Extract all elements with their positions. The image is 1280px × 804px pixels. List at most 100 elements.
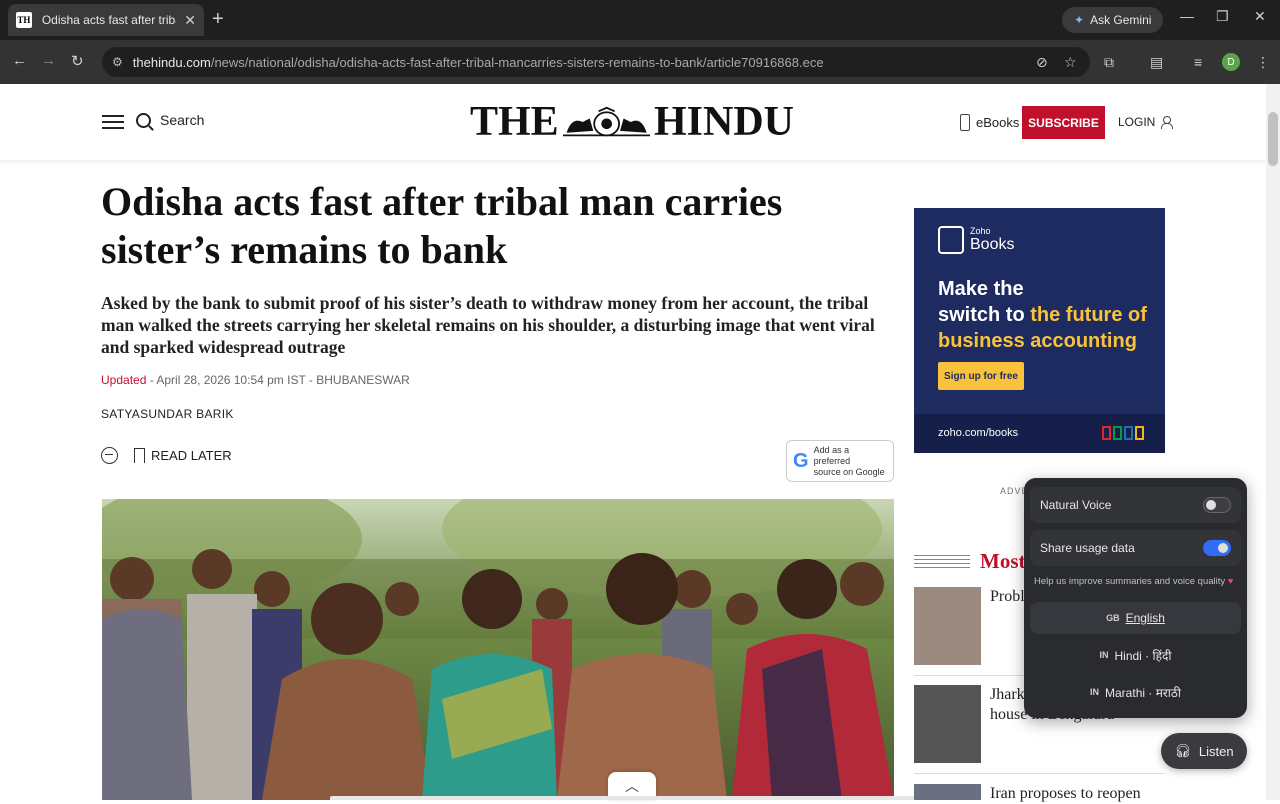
reload-icon[interactable]: ↻ (71, 52, 84, 70)
back-icon[interactable]: ← (12, 52, 27, 69)
ad-brand-big: Books (970, 236, 1015, 253)
url-text: thehindu.com/news/national/odisha/odisha… (133, 55, 824, 70)
most-popular-title: Most (980, 549, 1026, 573)
site-favicon-icon: TH (16, 12, 32, 28)
google-pref-line1: Add as a preferred (813, 444, 851, 466)
ad-msg-line3-hl: business accounting (938, 330, 1137, 352)
browser-menu-icon[interactable]: ⋮ (1256, 54, 1270, 71)
the-hindu-logo[interactable]: THE HINDU (470, 99, 794, 145)
minimize-icon[interactable]: — (1180, 8, 1194, 24)
site-info-icon[interactable]: ⚙ (112, 55, 123, 69)
profile-avatar[interactable]: D (1222, 53, 1240, 71)
language-option-marathi[interactable]: IN Marathi · मराठी (1030, 676, 1241, 708)
subscribe-button[interactable]: SUBSCRIBE (1022, 106, 1105, 139)
share-usage-row: Share usage data (1030, 530, 1241, 566)
ad-message: Make the switch to the future of busines… (938, 276, 1158, 354)
language-name: Marathi · मराठी (1105, 685, 1181, 700)
google-g-icon: G (793, 449, 809, 472)
dateline-text: - April 28, 2026 10:54 pm IST - BHUBANES… (146, 373, 410, 387)
restore-icon[interactable]: ❐ (1216, 8, 1229, 25)
story-divider (914, 773, 1165, 774)
comment-icon[interactable] (101, 447, 118, 464)
natural-voice-label: Natural Voice (1040, 498, 1112, 512)
article-dateline: Updated - April 28, 2026 10:54 pm IST - … (101, 373, 410, 387)
listen-button[interactable]: 🎧︎ Listen (1161, 733, 1247, 769)
read-later-button[interactable]: READ LATER (134, 448, 232, 463)
author-name[interactable]: SATYASUNDAR BARIK (101, 407, 234, 421)
tab-title: Odisha acts fast after tribal man carrie… (41, 13, 176, 27)
login-label: LOGIN (1118, 115, 1156, 129)
article-actions: READ LATER (101, 447, 232, 464)
zoho-books-ad[interactable]: Zoho Books Make the switch to the future… (914, 208, 1165, 453)
ad-msg-line2-hl: the future of (1030, 304, 1147, 326)
listen-settings-panel: Natural Voice Share usage data Help us i… (1024, 478, 1247, 718)
share-usage-toggle[interactable] (1203, 540, 1231, 556)
story-thumbnail (914, 587, 981, 665)
ask-gemini-button[interactable]: ✦ Ask Gemini (1062, 7, 1164, 33)
gemini-star-icon: ✦ (1074, 13, 1085, 27)
zoho-books-logo: Zoho Books (938, 226, 1014, 254)
language-code: IN (1099, 650, 1109, 660)
browser-tab[interactable]: TH Odisha acts fast after tribal man car… (8, 4, 204, 36)
help-text: Help us improve summaries and voice qual… (1034, 576, 1233, 587)
story-thumbnail (914, 784, 981, 800)
scrollbar-thumb[interactable] (1268, 112, 1278, 166)
heart-icon: ♥ (1227, 576, 1234, 587)
zoho-logo-icon (1102, 426, 1144, 440)
logo-the: THE (470, 99, 559, 145)
ad-msg-line2-plain: switch to (938, 304, 1031, 326)
popular-story-3[interactable]: Iran proposes to reopen (914, 784, 1150, 804)
reading-mode-icon[interactable]: ▤ (1150, 54, 1163, 71)
window-close-icon[interactable]: ✕ (1254, 8, 1266, 25)
natural-voice-row: Natural Voice (1030, 487, 1241, 523)
new-tab-icon[interactable]: + (212, 8, 224, 30)
share-usage-label: Share usage data (1040, 541, 1135, 555)
language-option-hindi[interactable]: IN Hindi · हिंदी (1030, 639, 1241, 671)
help-text-label: Help us improve summaries and voice qual… (1034, 576, 1226, 587)
logo-hindu: HINDU (653, 99, 794, 145)
ad-msg-line1: Make the (938, 278, 1024, 300)
article-standfirst: Asked by the bank to submit proof of his… (101, 293, 875, 357)
address-bar[interactable]: ⚙ thehindu.com/news/national/odisha/odis… (102, 47, 1090, 77)
ad-brand-small: Zoho (970, 226, 991, 236)
url-host: thehindu.com (132, 54, 211, 70)
user-icon (1161, 116, 1174, 129)
ebooks-label: eBooks (976, 115, 1020, 130)
login-button[interactable]: LOGIN (1118, 115, 1174, 129)
language-code: GB (1106, 613, 1120, 623)
ad-signup-button[interactable]: Sign up for free (938, 362, 1024, 390)
forward-icon[interactable]: → (41, 52, 56, 69)
extensions-icon[interactable]: ⧉ (1104, 54, 1114, 71)
search-icon (136, 112, 151, 128)
headphones-icon: 🎧︎ (1174, 743, 1191, 758)
natural-voice-toggle[interactable] (1203, 497, 1231, 513)
article-photo (102, 499, 894, 800)
bookmark-star-icon[interactable]: ☆ (1064, 54, 1077, 71)
story-title: Iran proposes to reopen (990, 785, 1141, 802)
article-headline: Odisha acts fast after tribal man carrie… (101, 179, 783, 272)
google-preferred-source-button[interactable]: G Add as a preferred source on Google (786, 440, 894, 482)
page-scrollbar[interactable] (1266, 84, 1280, 800)
language-option-english[interactable]: GB English (1030, 602, 1241, 634)
search-button[interactable]: Search (136, 112, 204, 128)
ad-url: zoho.com/books (938, 427, 1019, 439)
language-name: English (1125, 611, 1165, 625)
url-path: /news/national/odisha/odisha-acts-fast-a… (210, 54, 824, 70)
bookmark-icon (134, 448, 145, 463)
media-controls-icon[interactable]: ≡ (1194, 54, 1202, 70)
hamburger-icon[interactable] (102, 115, 124, 129)
tracking-protection-icon[interactable]: ⊘ (1036, 54, 1048, 71)
tab-close-icon[interactable]: ✕ (184, 12, 196, 29)
ebook-device-icon (960, 114, 970, 131)
ask-gemini-label: Ask Gemini (1090, 13, 1152, 27)
ebooks-link[interactable]: eBooks (960, 114, 1019, 131)
updated-label: Updated (101, 373, 147, 387)
zoho-books-icon (938, 226, 964, 254)
bottom-sticky-bar (330, 796, 936, 800)
language-name: Hindi · हिंदी (1114, 648, 1172, 663)
google-pref-text: Add as a preferred source on Google (814, 445, 887, 478)
listen-label: Listen (1198, 743, 1234, 759)
ad-footer: zoho.com/books (914, 414, 1165, 453)
read-later-label: READ LATER (151, 448, 232, 463)
language-code: IN (1090, 687, 1100, 697)
